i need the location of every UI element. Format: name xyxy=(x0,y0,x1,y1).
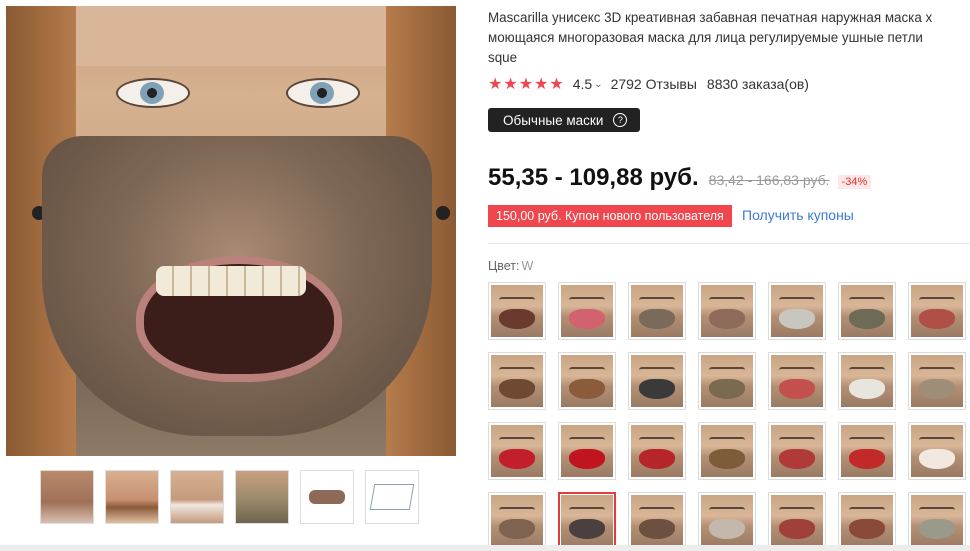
color-swatch[interactable] xyxy=(908,492,966,550)
color-swatch[interactable] xyxy=(838,422,896,480)
category-tag-label: Обычные маски xyxy=(503,112,604,128)
rating-value[interactable]: 4.5 xyxy=(573,76,592,92)
thumbnail-4[interactable] xyxy=(235,470,289,524)
color-swatch[interactable] xyxy=(908,352,966,410)
thumbnail-2[interactable] xyxy=(105,470,159,524)
help-icon[interactable]: ? xyxy=(613,113,628,127)
color-label: Цвет: W xyxy=(488,259,534,273)
main-product-image[interactable] xyxy=(6,6,456,456)
thumbnail-3[interactable] xyxy=(170,470,224,524)
color-swatch[interactable] xyxy=(838,282,896,340)
horizontal-scrollbar[interactable] xyxy=(0,545,970,551)
color-swatch-grid xyxy=(488,282,966,550)
thumbnail-6[interactable] xyxy=(365,470,419,524)
get-coupons-link[interactable]: Получить купоны xyxy=(742,207,854,223)
discount-badge: -34% xyxy=(837,175,872,189)
color-swatch[interactable] xyxy=(698,492,756,550)
orders-count: 8830 заказа(ов) xyxy=(706,76,809,92)
rating-stars-icon: ★★★★★ xyxy=(488,76,565,93)
new-user-coupon-badge: 150,00 руб. Купон нового пользователя xyxy=(488,205,732,227)
color-swatch[interactable] xyxy=(488,422,546,480)
color-swatch[interactable] xyxy=(768,422,826,480)
eye-left xyxy=(116,78,190,108)
color-swatch[interactable] xyxy=(768,492,826,550)
color-swatch[interactable] xyxy=(558,492,616,550)
color-swatch[interactable] xyxy=(698,422,756,480)
color-swatch[interactable] xyxy=(628,352,686,410)
forehead xyxy=(76,6,386,66)
old-price: 83,42 - 166,83 руб. xyxy=(708,172,830,188)
color-value: W xyxy=(521,259,534,273)
color-swatch[interactable] xyxy=(558,422,616,480)
thumbnail-5[interactable] xyxy=(300,470,354,524)
color-swatch[interactable] xyxy=(628,492,686,550)
color-swatch[interactable] xyxy=(838,352,896,410)
rating-row: ★★★★★ 4.5 ⌄ 2792 Отзывы 8830 заказа(ов) xyxy=(488,74,809,94)
color-swatch[interactable] xyxy=(698,282,756,340)
product-title: Mascarilla унисекс 3D креативная забавна… xyxy=(488,10,933,65)
eye-right xyxy=(286,78,360,108)
color-swatch[interactable] xyxy=(558,352,616,410)
color-swatch[interactable] xyxy=(488,492,546,550)
color-swatch[interactable] xyxy=(908,422,966,480)
color-swatch[interactable] xyxy=(908,282,966,340)
color-swatch[interactable] xyxy=(838,492,896,550)
earring-right xyxy=(436,206,450,220)
color-swatch[interactable] xyxy=(768,282,826,340)
color-swatch[interactable] xyxy=(628,422,686,480)
color-swatch[interactable] xyxy=(488,352,546,410)
color-swatch[interactable] xyxy=(698,352,756,410)
divider xyxy=(488,243,970,244)
color-swatch[interactable] xyxy=(558,282,616,340)
color-swatch[interactable] xyxy=(768,352,826,410)
reviews-count-link[interactable]: 2792 Отзывы xyxy=(611,76,697,92)
color-swatch[interactable] xyxy=(628,282,686,340)
current-price: 55,35 - 109,88 руб. xyxy=(488,164,699,191)
mask-teeth-print xyxy=(156,266,306,296)
thumbnail-strip xyxy=(40,470,419,524)
color-swatch[interactable] xyxy=(488,282,546,340)
price-block: 55,35 - 109,88 руб. 83,42 - 166,83 руб. … xyxy=(488,164,872,192)
thumbnail-1[interactable] xyxy=(40,470,94,524)
category-tag[interactable]: Обычные маски ? xyxy=(488,108,641,132)
chevron-down-icon[interactable]: ⌄ xyxy=(594,79,602,90)
